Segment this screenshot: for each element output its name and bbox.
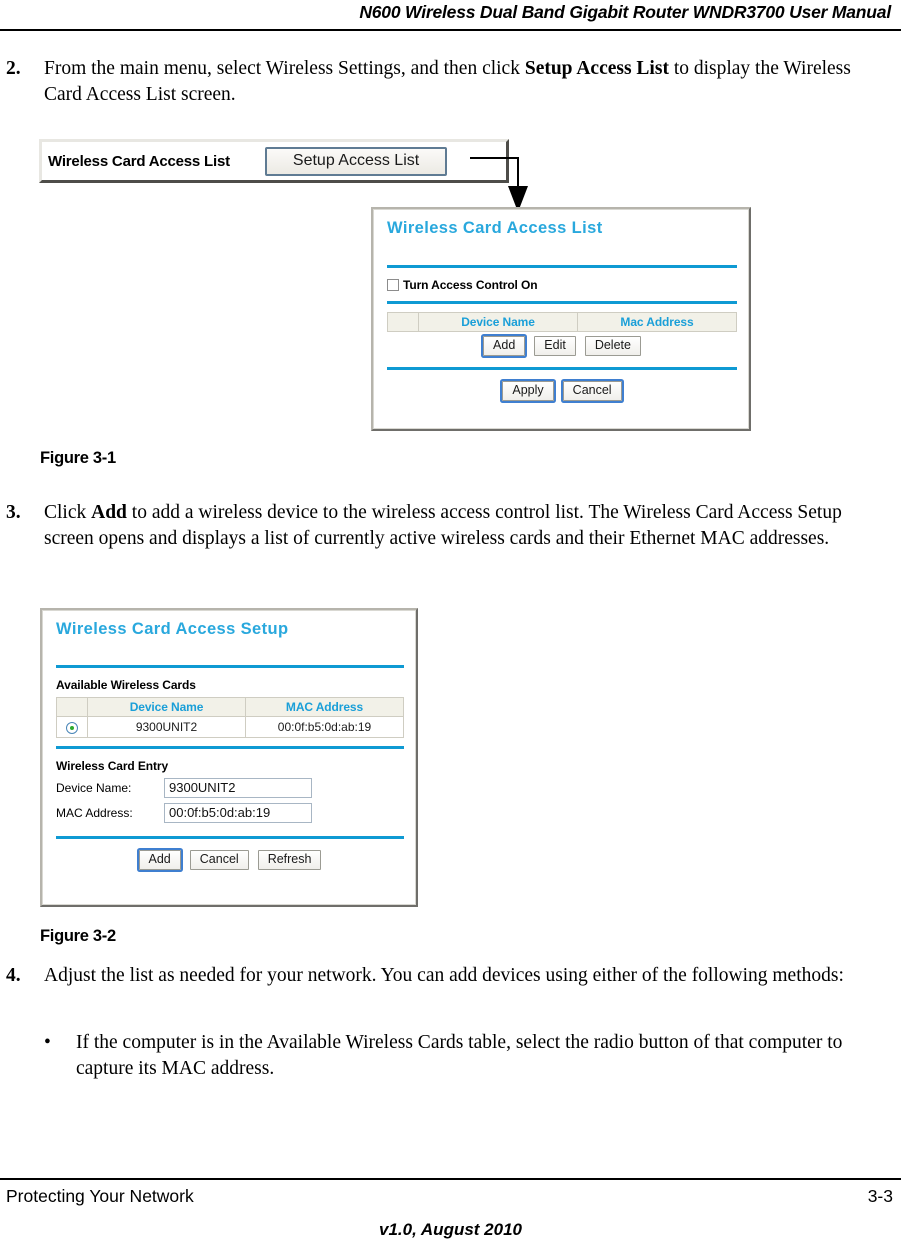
step-2-block: 2. From the main menu, select Wireless S… — [0, 56, 901, 108]
col-header-mac-address: Mac Address — [577, 312, 737, 332]
setup-divider-blue-bottom — [56, 836, 404, 839]
dialog-title-access-list: Wireless Card Access List — [387, 219, 603, 237]
add-button[interactable]: Add — [483, 336, 526, 356]
step-3-block: 3. Click Add to add a wireless device to… — [0, 500, 901, 552]
setup-footer-buttons: Add Cancel Refresh — [56, 850, 404, 870]
step-2: 2. From the main menu, select Wireless S… — [0, 56, 901, 108]
step-3-bold-term: Add — [91, 502, 127, 523]
bullet-1-text: If the computer is in the Available Wire… — [76, 1032, 843, 1079]
wireless-card-access-setup-dialog: Wireless Card Access Setup Available Wir… — [40, 608, 418, 907]
bullet-marker-icon: • — [44, 1032, 51, 1053]
divider-blue-middle — [387, 301, 737, 304]
toolbar-label: Wireless Card Access List — [48, 152, 230, 170]
footer-chapter-title: Protecting Your Network — [6, 1186, 194, 1206]
edit-button[interactable]: Edit — [534, 336, 576, 356]
available-wireless-cards-label: Available Wireless Cards — [56, 678, 196, 692]
footer-version: v1.0, August 2010 — [379, 1220, 522, 1239]
step-2-number: 2. — [6, 58, 21, 79]
divider-blue-top — [387, 265, 737, 268]
apply-button[interactable]: Apply — [502, 381, 554, 401]
step-4-number: 4. — [6, 965, 21, 986]
delete-button[interactable]: Delete — [584, 336, 641, 356]
mac-address-input[interactable] — [164, 803, 312, 823]
row-radio-cell[interactable] — [56, 716, 88, 738]
access-list-table: Device Name Mac Address — [387, 312, 737, 332]
step-3-text: Click Add to add a wireless device to th… — [44, 502, 842, 549]
radio-button-icon[interactable] — [66, 721, 78, 734]
step-2-bold-term: Setup Access List — [524, 58, 669, 79]
step-3: 3. Click Add to add a wireless device to… — [0, 500, 901, 552]
turn-access-control-on-label: Turn Access Control On — [403, 278, 538, 292]
setup-access-list-button[interactable]: Setup Access List — [264, 146, 448, 176]
table-row[interactable]: 9300UNIT2 00:0f:b5:0d:ab:19 — [56, 716, 404, 738]
device-name-input[interactable] — [164, 778, 312, 798]
turn-access-control-on-row[interactable]: Turn Access Control On — [387, 278, 737, 292]
setup-divider-blue-top — [56, 665, 404, 668]
cell-device-name: 9300UNIT2 — [87, 716, 246, 738]
footer-divider — [0, 1178, 901, 1180]
step-3-text-part1: Click — [44, 502, 92, 523]
mac-address-label: MAC Address: — [56, 806, 133, 820]
step-2-text: From the main menu, select Wireless Sett… — [44, 58, 851, 105]
checkbox-icon[interactable] — [387, 279, 399, 291]
step-4: 4. Adjust the list as needed for your ne… — [0, 963, 901, 989]
step-4-block: 4. Adjust the list as needed for your ne… — [0, 963, 901, 989]
device-name-label: Device Name: — [56, 781, 132, 795]
wireless-card-access-list-dialog: Wireless Card Access List Turn Access Co… — [371, 207, 751, 431]
setup-refresh-button[interactable]: Refresh — [257, 850, 322, 870]
step-2-text-part1: From the main menu, select Wireless Sett… — [44, 58, 525, 79]
bullet-list: • If the computer is in the Available Wi… — [0, 1030, 901, 1082]
setup-divider-blue-middle — [56, 746, 404, 749]
setup-table-header-row: Device Name MAC Address — [56, 697, 404, 717]
figure-3-2-caption: Figure 3-2 — [40, 927, 116, 945]
cancel-button[interactable]: Cancel — [562, 381, 622, 401]
setup-add-button[interactable]: Add — [138, 850, 181, 870]
page-header: N600 Wireless Dual Band Gigabit Router W… — [0, 0, 901, 32]
cell-mac-address: 00:0f:b5:0d:ab:19 — [245, 716, 404, 738]
setup-col-header-select — [56, 697, 88, 717]
setup-col-header-device-name: Device Name — [87, 697, 246, 717]
row-action-buttons: Add Edit Delete — [387, 336, 737, 356]
divider-blue-bottom — [387, 367, 737, 370]
footer-page-number: 3-3 — [867, 1186, 893, 1206]
step-3-number: 3. — [6, 502, 21, 523]
setup-cancel-button[interactable]: Cancel — [189, 850, 249, 870]
wireless-card-access-list-toolbar: Wireless Card Access List Setup Access L… — [39, 139, 509, 183]
header-divider — [0, 29, 901, 31]
figure-3-1-caption: Figure 3-1 — [40, 449, 116, 467]
col-header-select — [387, 312, 419, 332]
manual-title: N600 Wireless Dual Band Gigabit Router W… — [359, 2, 891, 22]
dialog-title-access-setup: Wireless Card Access Setup — [56, 620, 289, 638]
table-header-row: Device Name Mac Address — [387, 312, 737, 332]
dialog-footer-buttons: Apply Cancel — [387, 381, 737, 401]
step-3-text-part2: to add a wireless device to the wireless… — [44, 502, 842, 549]
device-name-field-row: Device Name: — [56, 778, 404, 798]
list-item: • If the computer is in the Available Wi… — [0, 1030, 901, 1082]
col-header-device-name: Device Name — [418, 312, 578, 332]
wireless-card-entry-label: Wireless Card Entry — [56, 759, 169, 773]
available-wireless-cards-table: Device Name MAC Address 9300UNIT2 00:0f:… — [56, 697, 404, 738]
step-4-text: Adjust the list as needed for your netwo… — [44, 965, 844, 986]
mac-address-field-row: MAC Address: — [56, 803, 404, 823]
setup-col-header-mac-address: MAC Address — [245, 697, 404, 717]
